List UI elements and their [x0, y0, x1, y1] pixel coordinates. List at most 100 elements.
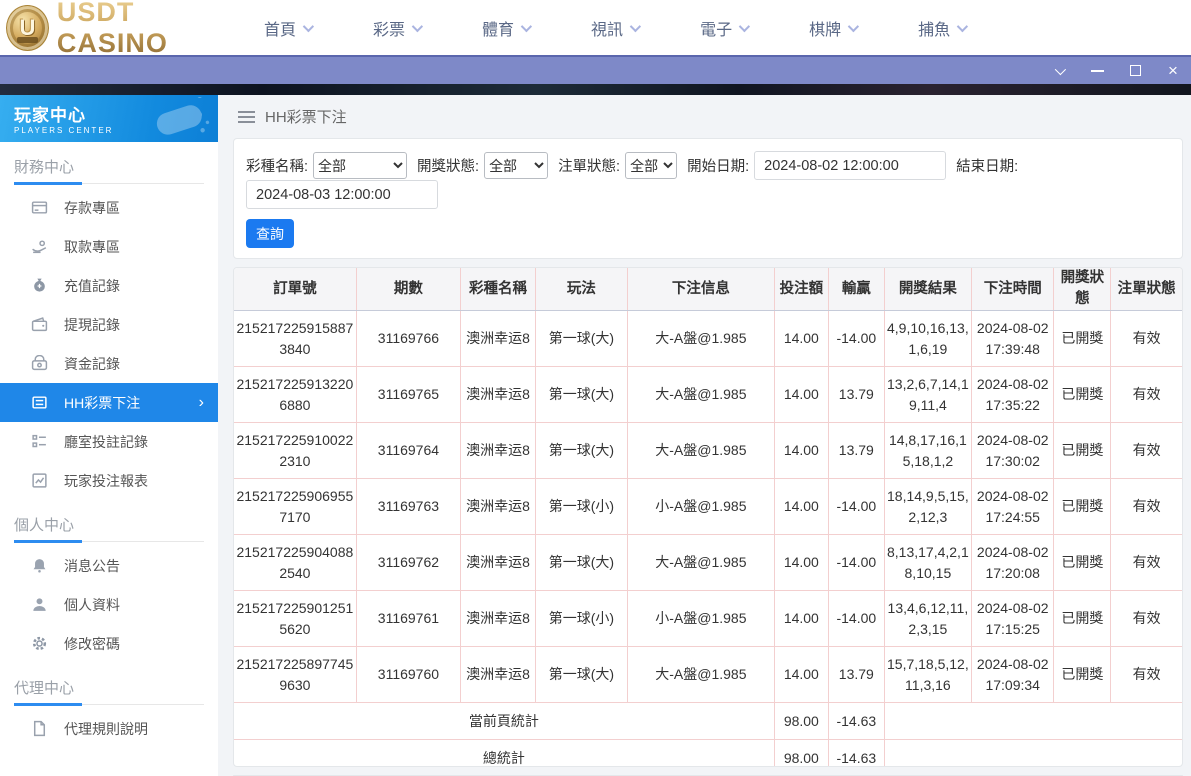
table-cell: 澳洲幸运8 [460, 590, 536, 648]
maximize-icon [1129, 65, 1141, 76]
table-cell: 有效 [1110, 534, 1182, 592]
top-nav-bar: U USDT CASINO 首頁 彩票 體育 視訊 電子 棋牌 捕魚 [0, 0, 1191, 58]
summary-winloss-total: -14.63 [827, 702, 885, 741]
table-cell: 2024-08-02 17:15:25 [970, 590, 1055, 648]
table-row: 2152172258977459630 31169760 澳洲幸运8 第一球(大) 大-… [234, 646, 1182, 704]
table-header-row: 訂單號 期數 彩種名稱 玩法 下注信息 投注額 輸贏 開獎結果 下注時間 開獎狀… [234, 268, 1182, 312]
col-draw-status: 開獎狀態 [1053, 268, 1112, 312]
grand-summary-row: 總統計 98.00 -14.63 [234, 739, 1182, 767]
draw-status-select[interactable]: 全部 [484, 152, 549, 180]
table-row: 2152172259012515620 31169761 澳洲幸运8 第一球(小) 小-… [234, 590, 1182, 648]
table-row: 2152172259040882540 31169762 澳洲幸运8 第一球(大) 大-… [234, 534, 1182, 592]
draw-status-label: 開獎狀態: [417, 159, 480, 176]
sidebar-item-agent-rules[interactable]: 代理規則說明 [0, 709, 218, 748]
table-cell: -14.00 [827, 590, 885, 648]
nav-item-home[interactable]: 首頁 [264, 16, 315, 40]
section-agent-center: 代理中心 [14, 680, 75, 697]
main-menu: 首頁 彩票 體育 視訊 電子 棋牌 捕魚 [264, 16, 969, 40]
gamepad-icon [156, 97, 210, 135]
sidebar: 玩家中心 PLAYERS CENTER 財務中心 存款專區 取款專區 充值記錄 … [0, 95, 218, 776]
sidebar-item-funds-records[interactable]: 資金記錄 [0, 344, 218, 383]
order-status-label: 注單狀態: [558, 159, 621, 176]
sidebar-item-profile[interactable]: 個人資料 [0, 585, 218, 624]
lottery-name-label: 彩種名稱: [246, 159, 309, 176]
sidebar-item-recharge-records[interactable]: 充值記錄 [0, 266, 218, 305]
table-cell: 已開獎 [1053, 646, 1112, 704]
table-cell: 已開獎 [1053, 366, 1112, 424]
window-close-button[interactable]: × [1165, 62, 1181, 79]
table-cell: 14,8,17,16,15,18,1,2 [883, 422, 972, 480]
sidebar-item-withdrawal-records[interactable]: 提現記錄 [0, 305, 218, 344]
table-cell: 14.00 [773, 646, 829, 704]
col-order-status: 注單狀態 [1110, 268, 1182, 312]
chevron-down-icon [1054, 63, 1067, 75]
chevron-down-icon [956, 20, 969, 32]
table-cell: 已開獎 [1053, 422, 1112, 480]
window-minimize-button[interactable] [1089, 63, 1105, 79]
table-cell: 2152172259132206880 [234, 366, 357, 424]
table-cell: 已開獎 [1053, 478, 1112, 536]
table-cell: 2152172259158873840 [234, 310, 357, 368]
players-center-header: 玩家中心 PLAYERS CENTER [0, 95, 218, 142]
table-cell: 13.79 [827, 646, 885, 704]
table-cell: 31169765 [355, 366, 462, 424]
window-maximize-button[interactable] [1127, 63, 1143, 79]
table-cell: 第一球(小) [534, 590, 628, 648]
order-status-select[interactable]: 全部 [625, 152, 678, 180]
sidebar-item-change-password[interactable]: 修改密碼 [0, 624, 218, 663]
end-date-input[interactable] [246, 180, 438, 210]
bets-table-panel: 訂單號 期數 彩種名稱 玩法 下注信息 投注額 輸贏 開獎結果 下注時間 開獎狀… [233, 267, 1183, 767]
filter-panel: 彩種名稱: 全部 開獎狀態: 全部 注單狀態: 全部 開始日期: 結束日期: 查… [233, 138, 1183, 260]
search-button[interactable]: 查詢 [246, 219, 294, 249]
sidebar-item-withdraw-zone[interactable]: 取款專區 [0, 227, 218, 266]
gear-icon [30, 635, 48, 653]
usdt-coin-icon: U [6, 4, 49, 51]
table-cell: 13.79 [827, 422, 885, 480]
start-date-label: 開始日期: [687, 159, 750, 176]
table-cell: 有效 [1110, 310, 1182, 368]
lottery-name-select[interactable]: 全部 [313, 152, 408, 180]
wallet-icon [30, 316, 48, 334]
moneybag-icon [30, 277, 48, 295]
page-summary-row: 當前頁統計 98.00 -14.63 [234, 702, 1182, 741]
table-cell: 2024-08-02 17:30:02 [970, 422, 1055, 480]
sidebar-item-hall-bet-records[interactable]: 廳室投註記錄 [0, 422, 218, 461]
window-chevron-button[interactable] [1051, 63, 1067, 79]
section-finance-center: 財務中心 [14, 159, 75, 176]
nav-item-video[interactable]: 視訊 [591, 16, 642, 40]
col-period: 期數 [355, 268, 462, 312]
col-bet-info: 下注信息 [626, 268, 775, 312]
start-date-input[interactable] [754, 151, 947, 181]
sidebar-item-player-bet-report[interactable]: 玩家投注報表 [0, 461, 218, 500]
col-winloss: 輸贏 [827, 268, 885, 312]
nav-item-electronic[interactable]: 電子 [700, 16, 751, 40]
sidebar-item-hh-lottery-bets[interactable]: HH彩票下注 › [0, 383, 218, 422]
window-title-bar: × [0, 55, 1191, 84]
table-cell: 31169760 [355, 646, 462, 704]
page-title: HH彩票下注 [265, 109, 347, 127]
site-logo[interactable]: U USDT CASINO [0, 0, 240, 59]
table-cell: 13.79 [827, 366, 885, 424]
nav-item-fishing[interactable]: 捕魚 [918, 16, 969, 40]
section-underline [14, 540, 204, 543]
table-cell: 14.00 [773, 534, 829, 592]
nav-item-lottery[interactable]: 彩票 [373, 16, 424, 40]
table-cell: 2152172259069557170 [234, 478, 357, 536]
table-cell: 14.00 [773, 310, 829, 368]
sidebar-item-deposit-zone[interactable]: 存款專區 [0, 188, 218, 227]
col-play-type: 玩法 [534, 268, 628, 312]
table-cell: 第一球(大) [534, 366, 628, 424]
nav-item-chess[interactable]: 棋牌 [809, 16, 860, 40]
nav-item-sports[interactable]: 體育 [482, 16, 533, 40]
table-cell: 大-A盤@1.985 [626, 646, 775, 704]
table-cell: -14.00 [827, 478, 885, 536]
sidebar-item-announcements[interactable]: 消息公告 [0, 546, 218, 585]
table-cell: 有效 [1110, 646, 1182, 704]
section-underline [14, 703, 204, 706]
col-order-number: 訂單號 [234, 268, 357, 312]
summary-label: 總統計 [234, 739, 775, 767]
col-bet-time: 下注時間 [970, 268, 1055, 312]
table-cell: 第一球(大) [534, 534, 628, 592]
table-row: 2152172259158873840 31169766 澳洲幸运8 第一球(大) 大-… [234, 310, 1182, 368]
hamburger-menu-icon[interactable] [238, 110, 255, 123]
